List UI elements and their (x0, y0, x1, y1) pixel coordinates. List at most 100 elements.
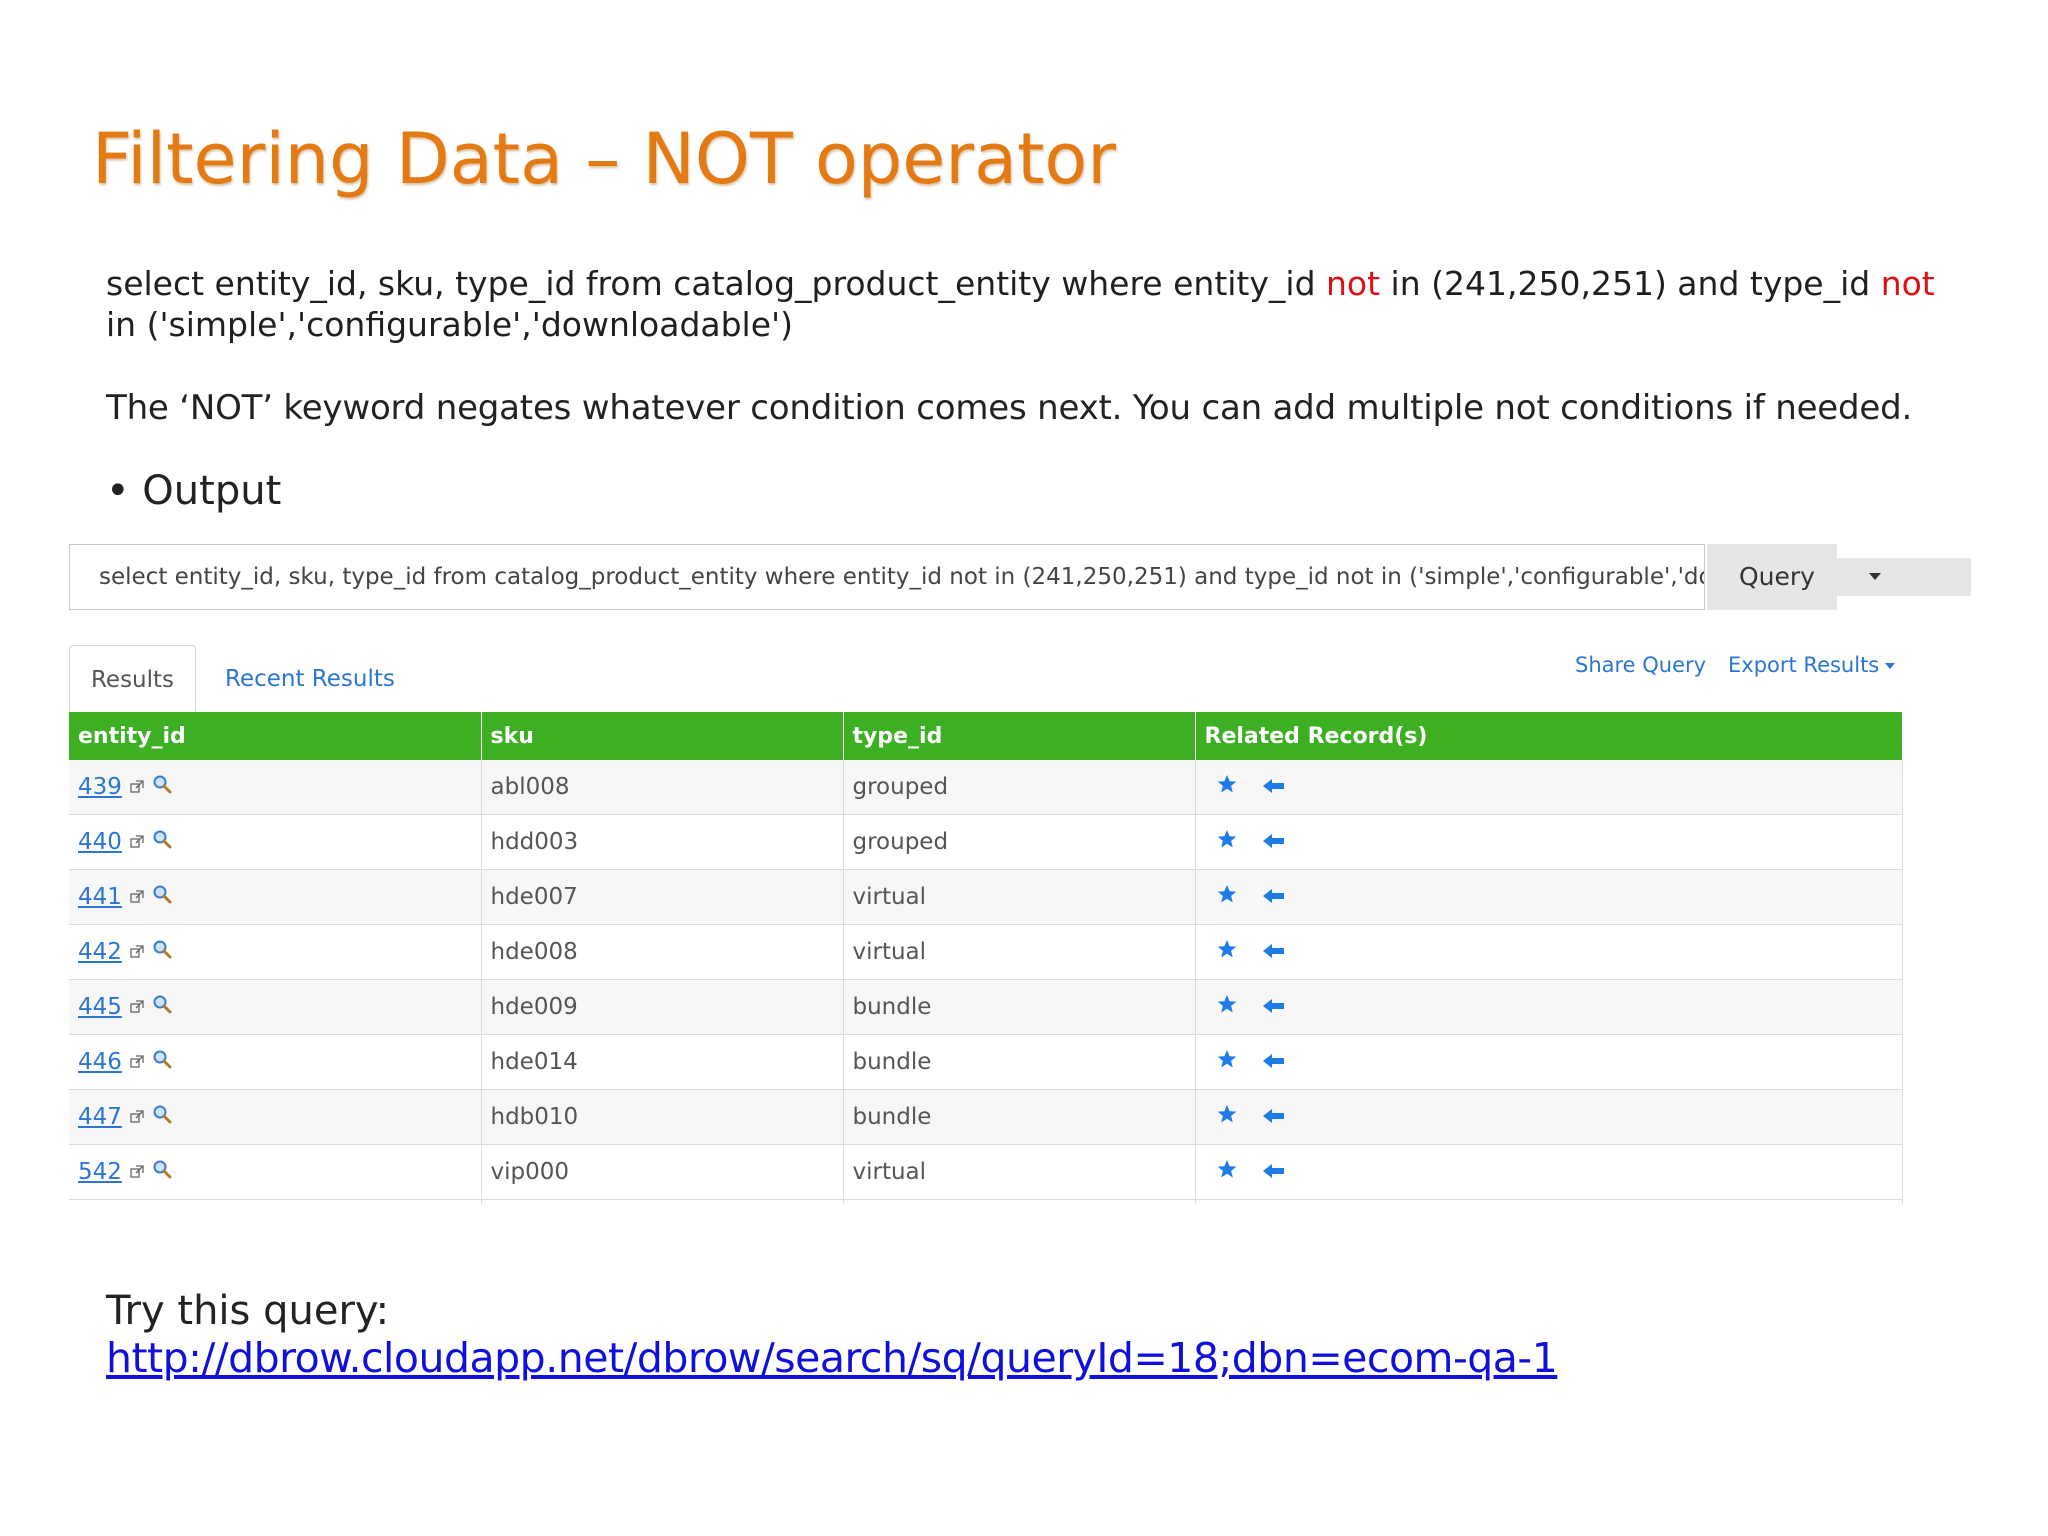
entity-id-link[interactable]: 440 (78, 829, 126, 855)
cell-related-records (1195, 1144, 1903, 1200)
entity-id-link[interactable]: 542 (78, 1159, 126, 1185)
table-row: 446 hde014 bundle (69, 1034, 1903, 1090)
cell-sku: hde009 (481, 979, 844, 1035)
table-row: 442 hde008 virtual (69, 924, 1903, 980)
magnifier-icon[interactable] (152, 939, 172, 965)
cell-type-id: virtual (843, 924, 1196, 980)
share-query-link[interactable]: Share Query (1575, 653, 1706, 677)
external-link-icon[interactable] (130, 1104, 144, 1130)
cell-sku: hdd003 (481, 814, 844, 870)
cell-entity-id: 440 (69, 814, 482, 870)
cell-type-id: grouped (843, 760, 1196, 815)
magnifier-icon[interactable] (152, 884, 172, 910)
cell-type-id: bundle (843, 1089, 1196, 1145)
query-input[interactable]: select entity_id, sku, type_id from cata… (69, 544, 1705, 610)
magnifier-icon[interactable] (152, 774, 172, 800)
cell-sku: hdb010 (481, 1089, 844, 1145)
arrow-left-icon[interactable] (1262, 774, 1285, 800)
magnifier-icon[interactable] (152, 1159, 172, 1185)
cell-related-records (1195, 1089, 1903, 1145)
sql-text-part2: in (241,250,251) and type_id (1380, 264, 1881, 303)
cell-entity-id: 439 (69, 760, 482, 815)
entity-id-link[interactable]: 445 (78, 994, 126, 1020)
arrow-left-icon[interactable] (1262, 829, 1285, 855)
sql-statement-line-2: in ('simple','configurable','downloadabl… (106, 305, 793, 344)
try-query-label: Try this query: (106, 1288, 390, 1334)
arrow-left-icon[interactable] (1262, 884, 1285, 910)
cell-entity-id: 542 (69, 1144, 482, 1200)
table-row-cutoff (69, 1199, 1903, 1204)
table-row: 439 abl008 grouped (69, 760, 1903, 815)
cell-related-records (1195, 760, 1903, 815)
cell-sku: abl008 (481, 760, 844, 815)
entity-id-link[interactable]: 439 (78, 774, 126, 800)
query-button[interactable]: Query (1707, 544, 1837, 610)
try-query-link[interactable]: http://dbrow.cloudapp.net/dbrow/search/s… (106, 1334, 1558, 1382)
query-options-dropdown[interactable] (1837, 558, 1971, 596)
cell-sku: vip000 (481, 1144, 844, 1200)
external-link-icon[interactable] (130, 1159, 144, 1185)
cell-type-id: virtual (843, 869, 1196, 925)
cell-entity-id: 442 (69, 924, 482, 980)
magnifier-icon[interactable] (152, 1104, 172, 1130)
external-link-icon[interactable] (130, 994, 144, 1020)
magnifier-icon[interactable] (152, 994, 172, 1020)
cell-sku: hde007 (481, 869, 844, 925)
entity-id-link[interactable]: 441 (78, 884, 126, 910)
arrow-left-icon[interactable] (1262, 1049, 1285, 1075)
cell-entity-id: 446 (69, 1034, 482, 1090)
star-icon[interactable] (1217, 1104, 1237, 1130)
cutoff-cell (1195, 1199, 1903, 1204)
description-text: The ‘NOT’ keyword negates whatever condi… (106, 388, 1913, 428)
star-icon[interactable] (1217, 884, 1237, 910)
cutoff-cell (69, 1199, 482, 1204)
column-header-sku[interactable]: sku (481, 712, 844, 760)
external-link-icon[interactable] (130, 829, 144, 855)
sql-text-part1: select entity_id, sku, type_id from cata… (106, 264, 1327, 303)
entity-id-link[interactable]: 442 (78, 939, 126, 965)
cutoff-cell (481, 1199, 844, 1204)
table-header-row: entity_id sku type_id Related Record(s) (69, 712, 1903, 760)
not-keyword: not (1880, 264, 1935, 303)
cell-entity-id: 445 (69, 979, 482, 1035)
results-table: entity_id sku type_id Related Record(s) … (69, 712, 1903, 1204)
external-link-icon[interactable] (130, 774, 144, 800)
magnifier-icon[interactable] (152, 1049, 172, 1075)
external-link-icon[interactable] (130, 1049, 144, 1075)
cell-related-records (1195, 814, 1903, 870)
magnifier-icon[interactable] (152, 829, 172, 855)
sql-statement-line-1: select entity_id, sku, type_id from cata… (106, 264, 1986, 303)
star-icon[interactable] (1217, 1159, 1237, 1185)
export-results-dropdown[interactable]: Export Results (1728, 653, 1896, 677)
star-icon[interactable] (1217, 1049, 1237, 1075)
star-icon[interactable] (1217, 939, 1237, 965)
slide-title: Filtering Data – NOT operator (92, 118, 1117, 200)
cutoff-cell (843, 1199, 1196, 1204)
entity-id-link[interactable]: 447 (78, 1104, 126, 1130)
column-header-type-id[interactable]: type_id (843, 712, 1196, 760)
caret-down-icon (1869, 573, 1881, 580)
column-header-entity-id[interactable]: entity_id (69, 712, 482, 760)
entity-id-link[interactable]: 446 (78, 1049, 126, 1075)
star-icon[interactable] (1217, 994, 1237, 1020)
cell-sku: hde014 (481, 1034, 844, 1090)
cell-entity-id: 447 (69, 1089, 482, 1145)
table-row: 441 hde007 virtual (69, 869, 1903, 925)
tab-recent-results[interactable]: Recent Results (225, 645, 395, 713)
arrow-left-icon[interactable] (1262, 939, 1285, 965)
cell-type-id: virtual (843, 1144, 1196, 1200)
table-body: 439 abl008 grouped 440 hdd003 grouped 441 hde00… (69, 760, 1903, 1204)
arrow-left-icon[interactable] (1262, 1159, 1285, 1185)
cell-related-records (1195, 869, 1903, 925)
external-link-icon[interactable] (130, 939, 144, 965)
arrow-left-icon[interactable] (1262, 994, 1285, 1020)
external-link-icon[interactable] (130, 884, 144, 910)
table-row: 440 hdd003 grouped (69, 814, 1903, 870)
star-icon[interactable] (1217, 829, 1237, 855)
star-icon[interactable] (1217, 774, 1237, 800)
not-keyword: not (1326, 264, 1381, 303)
table-row: 447 hdb010 bundle (69, 1089, 1903, 1145)
cell-type-id: bundle (843, 1034, 1196, 1090)
arrow-left-icon[interactable] (1262, 1104, 1285, 1130)
tab-results[interactable]: Results (69, 645, 196, 713)
